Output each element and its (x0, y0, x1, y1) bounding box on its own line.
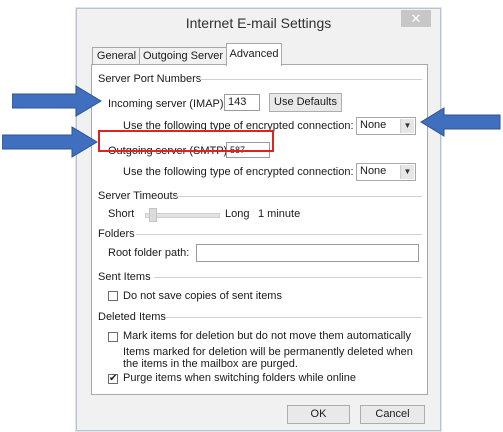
incoming-encryption-value: None (360, 119, 387, 131)
section-divider (176, 196, 422, 197)
incoming-port-input[interactable]: 143 (224, 94, 260, 111)
tab-outgoing-server[interactable]: Outgoing Server (139, 47, 227, 65)
root-folder-input[interactable] (196, 244, 419, 262)
folders-heading: Folders (98, 228, 135, 240)
deleted-items-heading: Deleted Items (98, 311, 166, 323)
root-folder-label: Root folder path: (108, 247, 190, 259)
internet-email-settings-dialog: Internet E-mail Settings ✕ General Outgo… (76, 8, 441, 431)
do-not-save-checkbox[interactable] (108, 291, 118, 301)
cancel-button[interactable]: Cancel (360, 405, 425, 424)
timeout-long-label: Long (225, 208, 250, 220)
section-divider (200, 79, 422, 80)
tab-outgoing-server-label: Outgoing Server (142, 50, 224, 62)
checkmark-icon: ✔ (109, 373, 118, 384)
chevron-down-icon: ▼ (400, 165, 414, 179)
do-not-save-label: Do not save copies of sent items (123, 290, 282, 302)
chevron-down-icon: ▼ (400, 119, 414, 133)
title-bar: Internet E-mail Settings ✕ (77, 9, 440, 37)
timeout-value: 1 minute (258, 208, 301, 220)
annotation-arrow-icon (12, 85, 102, 117)
server-port-numbers-heading: Server Port Numbers (98, 73, 202, 85)
advanced-tab-panel: Server Port Numbers Incoming server (IMA… (91, 64, 428, 395)
annotation-arrow-icon (420, 107, 501, 137)
timeout-slider-thumb[interactable] (149, 208, 157, 222)
incoming-server-label: Incoming server (IMAP): (108, 98, 227, 110)
outgoing-encryption-label: Use the following type of encrypted conn… (123, 166, 354, 178)
tab-general-label: General (96, 50, 137, 62)
ok-button[interactable]: OK (287, 405, 350, 424)
mark-for-deletion-checkbox[interactable] (108, 332, 118, 342)
tab-advanced[interactable]: Advanced (226, 43, 282, 66)
close-icon: ✕ (410, 11, 422, 26)
incoming-encryption-select[interactable]: None ▼ (356, 117, 416, 135)
deletion-note-line-2: the items in the mailbox are purged. (123, 358, 298, 370)
dialog-title: Internet E-mail Settings (185, 15, 332, 31)
outgoing-encryption-value: None (360, 165, 387, 177)
purge-items-checkbox[interactable]: ✔ (108, 374, 118, 384)
mark-for-deletion-label: Mark items for deletion but do not move … (123, 330, 411, 342)
outgoing-encryption-select[interactable]: None ▼ (356, 163, 416, 181)
section-divider (165, 317, 422, 318)
section-divider (154, 277, 422, 278)
outgoing-server-highlight (98, 130, 274, 152)
use-defaults-button[interactable]: Use Defaults (269, 93, 342, 112)
server-timeouts-heading: Server Timeouts (98, 190, 179, 202)
annotation-arrow-icon (2, 126, 98, 158)
close-button[interactable]: ✕ (401, 10, 431, 27)
purge-items-label: Purge items when switching folders while… (123, 372, 356, 384)
section-divider (136, 234, 422, 235)
timeout-short-label: Short (108, 208, 135, 220)
deletion-note-line-1: Items marked for deletion will be perman… (123, 346, 413, 358)
tab-advanced-label: Advanced (229, 48, 279, 60)
tab-general[interactable]: General (92, 47, 141, 65)
sent-items-heading: Sent Items (98, 271, 151, 283)
